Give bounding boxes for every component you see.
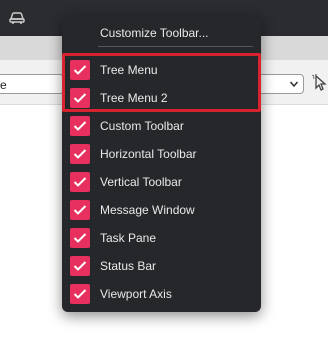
checkmark-icon: [70, 116, 90, 136]
chevron-down-icon: [289, 81, 299, 88]
menu-item-label: Task Pane: [100, 231, 157, 245]
checkmark-icon: [70, 256, 90, 276]
checkmark-icon: [70, 228, 90, 248]
menu-item-label: Message Window: [100, 203, 195, 217]
toolbar-context-menu: Customize Toolbar... Tree Menu Tree Menu…: [62, 15, 261, 312]
menu-item-label: Tree Menu: [100, 63, 158, 77]
menu-separator: [98, 46, 253, 47]
checkmark-icon: [70, 88, 90, 108]
menu-item-custom-toolbar[interactable]: Custom Toolbar: [62, 112, 261, 140]
left-dropdown-value: se: [0, 78, 7, 92]
menu-item-tree-menu[interactable]: Tree Menu: [62, 56, 261, 84]
checkmark-icon: [70, 284, 90, 304]
menu-item-message-window[interactable]: Message Window: [62, 196, 261, 224]
menu-item-label: Status Bar: [100, 259, 157, 273]
menu-item-label: Horizontal Toolbar: [100, 147, 197, 161]
left-dropdown[interactable]: se: [0, 74, 64, 94]
menu-item-label: Viewport Axis: [100, 287, 172, 301]
menu-item-viewport-axis[interactable]: Viewport Axis: [62, 280, 261, 308]
menu-item-vertical-toolbar[interactable]: Vertical Toolbar: [62, 168, 261, 196]
menu-item-task-pane[interactable]: Task Pane: [62, 224, 261, 252]
customize-toolbar-item[interactable]: Customize Toolbar...: [100, 26, 209, 40]
checkmark-icon: [70, 144, 90, 164]
cursor-pick-icon[interactable]: [312, 74, 328, 92]
menu-item-label: Vertical Toolbar: [100, 175, 182, 189]
checkmark-icon: [70, 200, 90, 220]
car-icon[interactable]: [8, 9, 26, 25]
checkmark-icon: [70, 60, 90, 80]
menu-item-label: Custom Toolbar: [100, 119, 184, 133]
app-window: se Customize Toolbar... Tree Menu Tree M…: [0, 0, 328, 346]
menu-item-horizontal-toolbar[interactable]: Horizontal Toolbar: [62, 140, 261, 168]
menu-item-tree-menu-2[interactable]: Tree Menu 2: [62, 84, 261, 112]
menu-item-status-bar[interactable]: Status Bar: [62, 252, 261, 280]
checkmark-icon: [70, 172, 90, 192]
right-dropdown[interactable]: [256, 74, 304, 94]
menu-item-label: Tree Menu 2: [100, 91, 168, 105]
